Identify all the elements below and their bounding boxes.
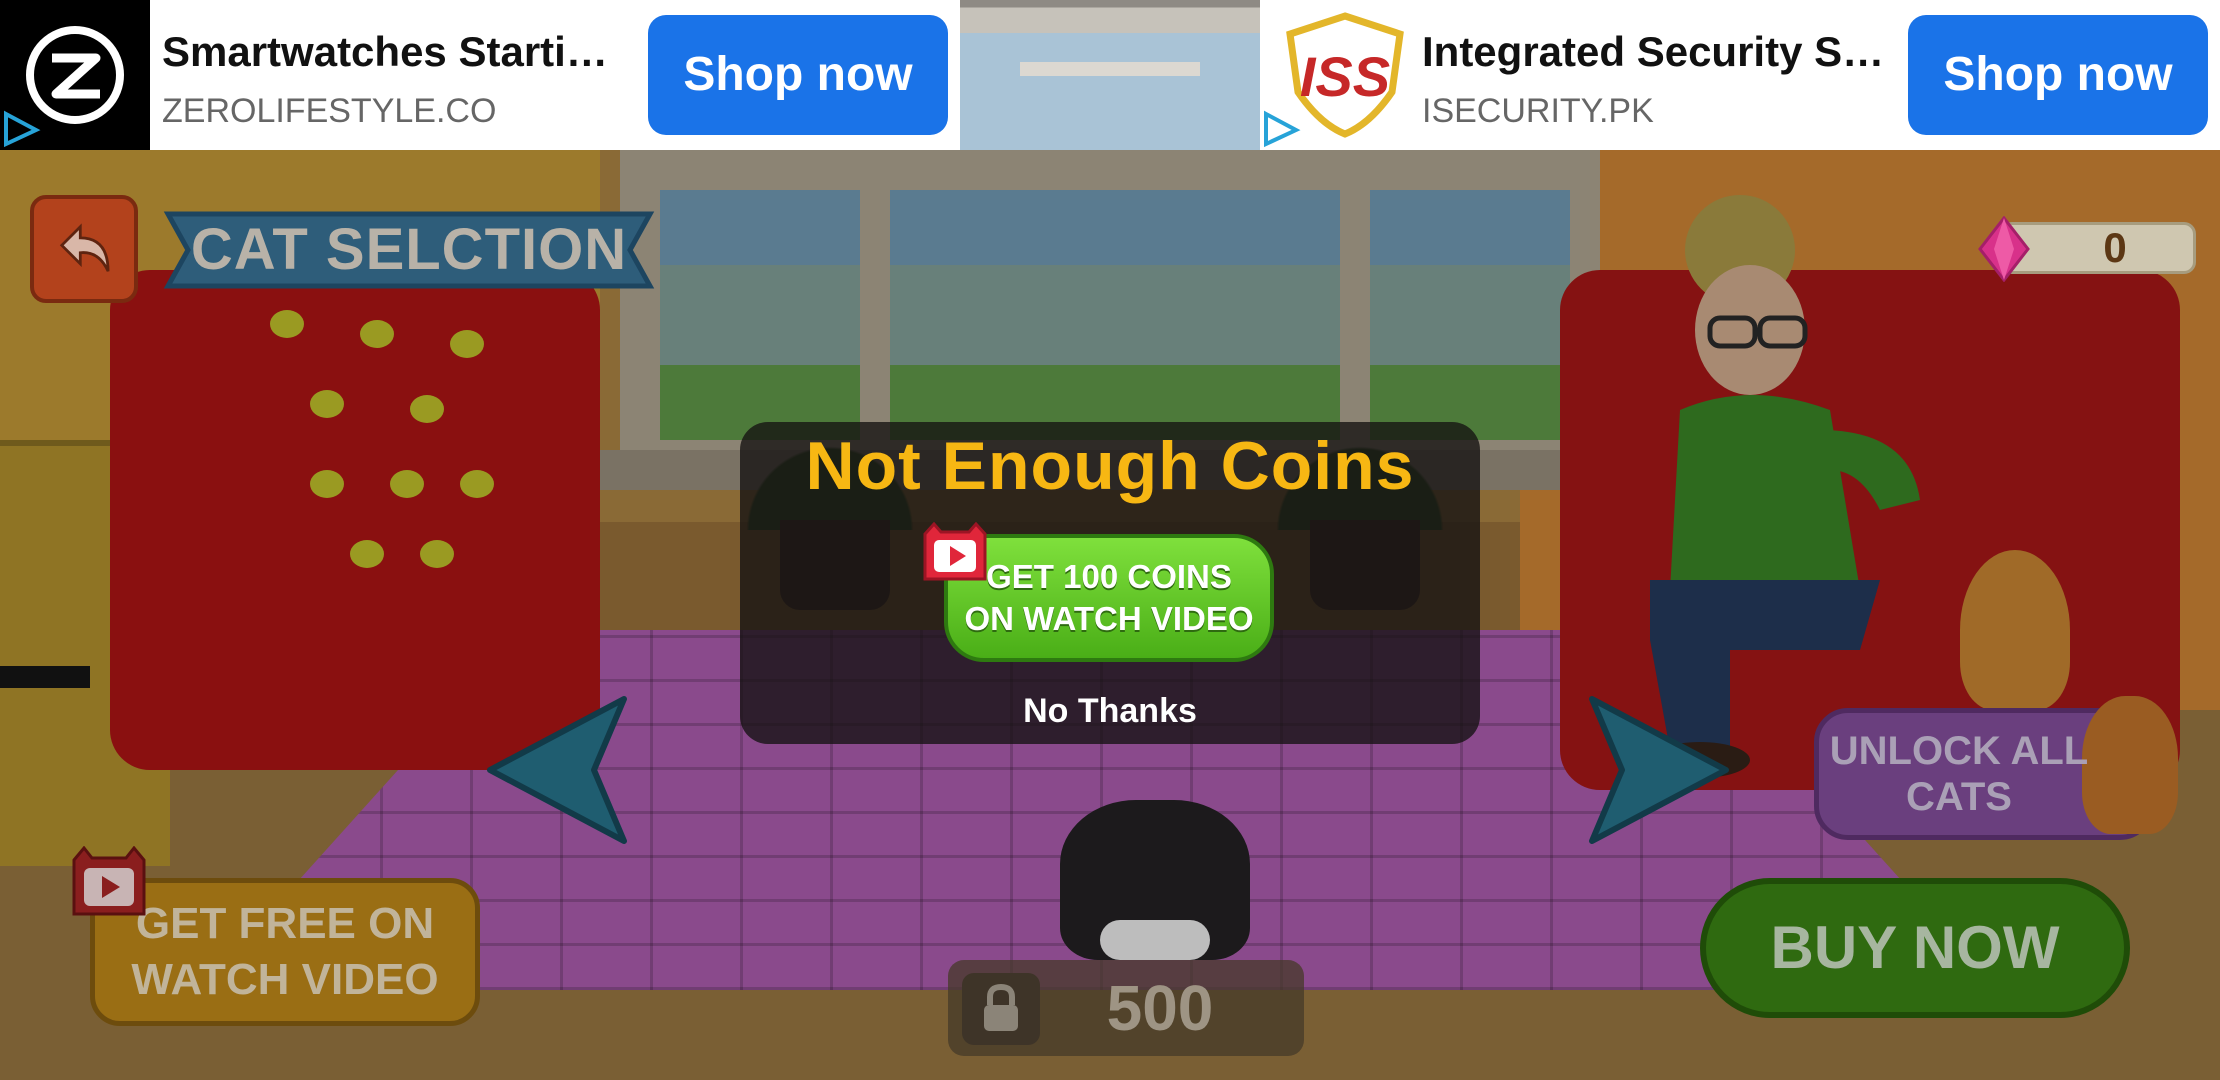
get-free-on-watch-video-label: GET FREE ON WATCH VIDEO bbox=[131, 899, 439, 1004]
ad-title[interactable]: Integrated Security S… bbox=[1422, 28, 1884, 76]
back-arrow-icon bbox=[59, 223, 110, 272]
lock-icon bbox=[962, 973, 1040, 1045]
adchoices-icon[interactable] bbox=[1260, 106, 1304, 150]
orange-cat bbox=[1960, 550, 2070, 710]
video-play-icon bbox=[923, 522, 987, 581]
no-thanks-button[interactable]: No Thanks bbox=[940, 684, 1280, 738]
buy-now-label: BUY NOW bbox=[1770, 914, 2060, 981]
adchoices-icon[interactable] bbox=[0, 106, 44, 150]
ad-isecurity[interactable]: ISS Integrated Security S… ISECURITY.PK … bbox=[1260, 0, 2220, 150]
dialog-title: Not Enough Coins bbox=[805, 428, 1415, 504]
title-banner: CAT SELCTION bbox=[160, 206, 658, 294]
ad-gap-background bbox=[960, 0, 1260, 150]
black-cat-preview bbox=[1060, 800, 1250, 960]
ad-title[interactable]: Smartwatches Starti… bbox=[162, 28, 608, 76]
svg-text:ISS: ISS bbox=[1300, 45, 1390, 108]
video-play-icon bbox=[72, 846, 146, 916]
page-title: CAT SELCTION bbox=[190, 217, 628, 282]
shop-now-button[interactable]: Shop now bbox=[648, 15, 948, 135]
shop-now-button[interactable]: Shop now bbox=[1908, 15, 2208, 135]
right-triangle-arrow-icon[interactable] bbox=[1582, 695, 1732, 845]
gem-count: 0 bbox=[2103, 224, 2127, 271]
ad-domain: ZEROLIFESTYLE.CO bbox=[162, 92, 497, 130]
unlock-all-cats-label: UNLOCK ALL CATS bbox=[1829, 729, 2089, 819]
watch-video-coins-label: GET 100 COINS ON WATCH VIDEO bbox=[964, 558, 1254, 637]
ad-banner: Smartwatches Starti… ZEROLIFESTYLE.CO Sh… bbox=[0, 0, 2220, 150]
back-button[interactable] bbox=[30, 195, 138, 303]
left-triangle-arrow-icon[interactable] bbox=[484, 695, 634, 845]
cat-price: 500 bbox=[1106, 972, 1214, 1044]
ad-zerolifestyle[interactable]: Smartwatches Starti… ZEROLIFESTYLE.CO Sh… bbox=[0, 0, 960, 150]
ad-domain: ISECURITY.PK bbox=[1422, 92, 1654, 130]
pink-gem-icon bbox=[1978, 216, 2030, 282]
